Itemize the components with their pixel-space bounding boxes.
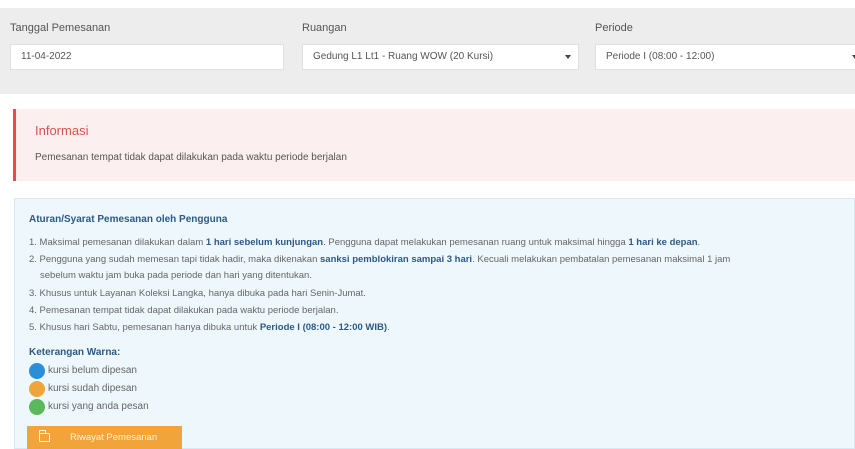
orange-dot-icon [29, 381, 45, 397]
period-select-value: Periode I (08:00 - 12:00) [606, 51, 715, 62]
rule-item-2: 2. Pengguna yang sudah memesan tapi tida… [29, 254, 731, 265]
booking-filter-bar: Tanggal Pemesanan 11-04-2022 Ruangan Ged… [0, 8, 855, 94]
chevron-down-icon [565, 55, 571, 59]
rules-title: Aturan/Syarat Pemesanan oleh Pengguna [29, 214, 228, 225]
legend-title: Keterangan Warna: [29, 347, 121, 358]
date-input[interactable]: 11-04-2022 [10, 44, 284, 70]
legend-label: kursi belum dipesan [48, 365, 137, 376]
booking-rules-panel: Aturan/Syarat Pemesanan oleh Pengguna 1.… [14, 198, 855, 449]
info-alert: Informasi Pemesanan tempat tidak dapat d… [13, 109, 855, 181]
booking-history-button[interactable]: Riwayat Pemesanan [27, 426, 182, 449]
room-select-value: Gedung L1 Lt1 - Ruang WOW (20 Kursi) [313, 51, 494, 62]
rule-item-5: 5. Khusus hari Sabtu, pemesanan hanya di… [29, 322, 390, 333]
rule-item-4: 4. Pemesanan tempat tidak dapat dilakuka… [29, 305, 339, 316]
info-title: Informasi [35, 123, 89, 138]
info-message: Pemesanan tempat tidak dapat dilakukan p… [35, 152, 347, 163]
rule-item-2-continuation: sebelum waktu jam buka pada periode dan … [40, 270, 312, 281]
booking-history-label: Riwayat Pemesanan [70, 432, 158, 443]
period-label: Periode [595, 22, 633, 34]
blue-dot-icon [29, 363, 45, 379]
folder-open-icon [38, 430, 50, 442]
room-select[interactable]: Gedung L1 Lt1 - Ruang WOW (20 Kursi) [302, 44, 579, 70]
legend-label: kursi sudah dipesan [48, 383, 137, 394]
green-dot-icon [29, 399, 45, 415]
date-label: Tanggal Pemesanan [10, 22, 111, 34]
legend-label: kursi yang anda pesan [48, 401, 149, 412]
rule-item-1: 1. Maksimal pemesanan dilakukan dalam 1 … [29, 237, 701, 248]
room-label: Ruangan [302, 22, 347, 34]
period-select[interactable]: Periode I (08:00 - 12:00) [595, 44, 855, 70]
rule-item-3: 3. Khusus untuk Layanan Koleksi Langka, … [29, 288, 366, 299]
